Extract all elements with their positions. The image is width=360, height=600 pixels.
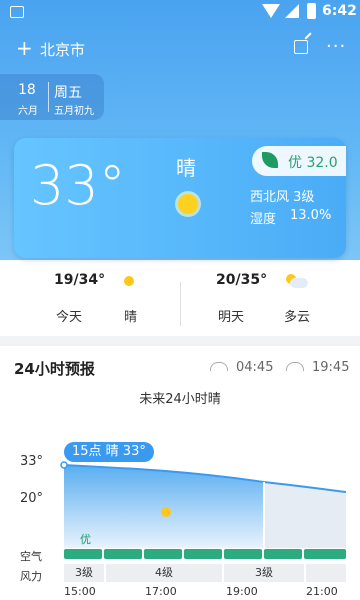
time-label: 17:00 [145,585,177,598]
time-label: 15:00 [64,585,96,598]
temp-area-future [264,482,346,548]
status-bar: 6:42 [0,0,360,24]
wind-label: 风力 [20,570,42,583]
sunset-time: 19:45 [312,360,350,375]
wind-info: 西北风 3级 [250,190,315,205]
lunar-day: 五月初九 [54,106,94,117]
air-label: 空气 [20,550,42,563]
signal-icon [285,4,299,18]
status-time: 6:42 [322,3,357,19]
aqi-bar [104,549,142,559]
time-label: 19:00 [226,585,258,598]
aqi-bar [64,549,102,559]
aqi-bar [224,549,262,559]
aqi-bar [184,549,222,559]
current-point [60,461,68,469]
wind-level-end [306,564,346,582]
date-day: 18 [18,82,36,98]
sunset-icon [286,362,304,371]
share-icon[interactable] [294,40,308,54]
more-options-icon[interactable]: ··· [326,36,346,57]
cloud-icon [290,278,308,288]
aqi-text: 优 [80,533,91,546]
time-label: 21:00 [306,585,338,598]
app-header: + 北京市 ··· [0,34,360,64]
forecast-title: 24小时预报 [14,360,95,378]
section-gap [0,336,360,346]
tomorrow-range: 20/35° [216,272,268,288]
tomorrow-label: 明天 [218,310,245,325]
aqi-badge[interactable]: 优 32.0 [252,146,346,176]
sun-icon [124,276,134,286]
humidity-value: 13.0% [290,208,332,223]
aqi-bar [304,549,346,559]
sunrise-icon [210,362,228,371]
date-lunar-month: 六月 [18,106,38,117]
sun-icon [161,507,171,517]
humidity-label: 湿度 [250,212,277,227]
sunrise-time: 04:45 [236,360,274,375]
leaf-icon [262,152,278,168]
tomorrow-condition: 多云 [284,310,311,325]
date-panel: 18 六月 周五 五月初九 [0,74,104,120]
today-condition: 晴 [124,310,138,325]
today-forecast[interactable]: 19/34° 今天 晴 [0,272,180,332]
wifi-icon [262,4,280,18]
wind-level: 3级 [64,564,104,582]
city-name[interactable]: 北京市 [40,39,85,60]
sun-icon [178,194,198,214]
wind-level: 4级 [106,564,222,582]
aqi-bar [264,549,302,559]
current-temperature: 33° [30,154,126,217]
image-notification-icon [10,6,24,18]
forecast-subtitle: 未来24小时晴 [139,392,221,407]
today-range: 19/34° [54,272,106,288]
current-condition: 晴 [176,156,196,180]
weekday: 周五 [54,85,82,101]
wind-level: 3级 [224,564,304,582]
aqi-bar [144,549,182,559]
today-label: 今天 [56,310,83,325]
aqi-value: 优 32.0 [288,155,338,171]
add-city-icon[interactable]: + [16,36,33,60]
date-divider [48,82,49,112]
chart-tooltip: 15点 晴 33° [64,442,154,462]
battery-icon [307,3,316,19]
tomorrow-forecast[interactable]: 20/35° 明天 多云 [180,272,360,332]
current-weather-card: 33° 晴 优 32.0 西北风 3级 湿度 13.0% [14,138,346,258]
